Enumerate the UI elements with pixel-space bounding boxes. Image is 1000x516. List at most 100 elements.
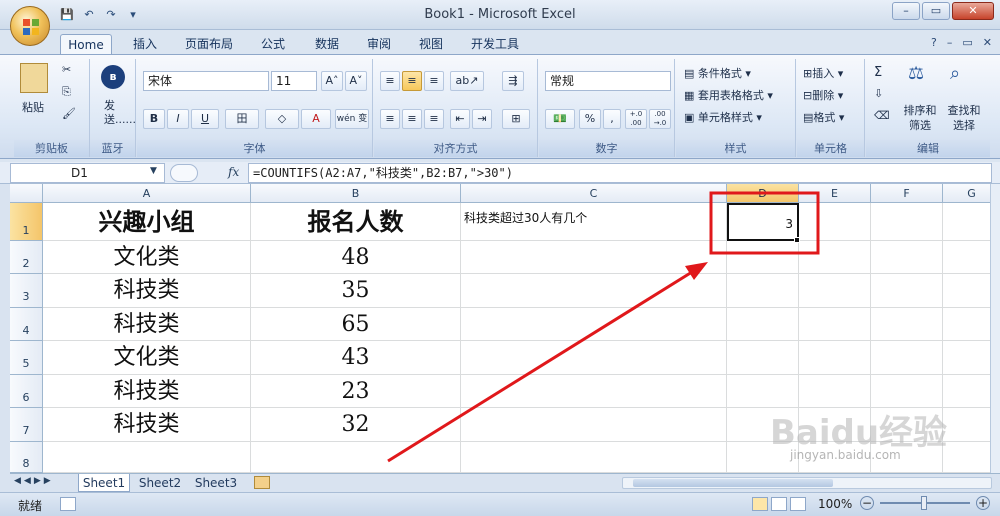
zoom-level[interactable]: 100% [818, 497, 852, 511]
formula-input[interactable]: =COUNTIFS(A2:A7,"科技类",B2:B7,">30") [248, 163, 992, 183]
fill-color-button[interactable]: ◇ [265, 109, 299, 129]
cell-a7[interactable]: 科技类 [43, 408, 251, 442]
cut-icon[interactable]: ✂ [62, 63, 71, 76]
align-left-button[interactable]: ≡ [380, 109, 400, 129]
name-box[interactable]: D1 [10, 163, 165, 183]
cell-a3[interactable]: 科技类 [43, 274, 251, 308]
bold-button[interactable]: B [143, 109, 165, 129]
normal-view-icon[interactable] [752, 497, 768, 511]
shrink-font-button[interactable]: A˅ [345, 71, 367, 91]
sheet-nav-arrows-icon[interactable]: ◀◀▶▶ [14, 476, 54, 486]
font-name-select[interactable]: 宋体 [143, 71, 269, 91]
name-box-dropdown-icon[interactable]: ▼ [150, 166, 157, 176]
cell-e2[interactable] [799, 241, 871, 274]
row-header-8[interactable]: 8 [10, 442, 43, 473]
tab-developer[interactable]: 开发工具 [462, 34, 528, 54]
align-top-button[interactable]: ≡ [380, 71, 400, 91]
number-format-select[interactable]: 常规 [545, 71, 671, 91]
bluetooth-send-button[interactable]: 发送...... [104, 99, 136, 127]
column-header-e[interactable]: E [799, 184, 871, 203]
fill-handle[interactable] [794, 237, 800, 243]
sheet-tab-2[interactable]: Sheet2 [134, 474, 186, 492]
column-header-a[interactable]: A [43, 184, 251, 203]
column-header-f[interactable]: F [871, 184, 943, 203]
cell-d4[interactable] [727, 308, 799, 341]
cell-c5[interactable] [461, 341, 727, 375]
wrap-text-button[interactable]: ⇶ [502, 71, 524, 91]
cell-e5[interactable] [799, 341, 871, 375]
cell-d5[interactable] [727, 341, 799, 375]
orientation-button[interactable]: ab↗ [450, 71, 484, 91]
column-header-c[interactable]: C [461, 184, 727, 203]
find-select-button[interactable]: 查找和选择 [944, 103, 984, 133]
help-icon[interactable]: ? [931, 36, 937, 49]
decrease-decimal-button[interactable]: .00 →.0 [649, 109, 671, 129]
column-header-d[interactable]: D [727, 184, 799, 203]
grow-font-button[interactable]: A˄ [321, 71, 343, 91]
cell-f1[interactable] [871, 203, 943, 241]
italic-button[interactable]: I [167, 109, 189, 129]
cell-c4[interactable] [461, 308, 727, 341]
cell-e4[interactable] [799, 308, 871, 341]
tab-page-layout[interactable]: 页面布局 [176, 34, 242, 54]
cell-b4[interactable]: 65 [251, 308, 461, 341]
tab-data[interactable]: 数据 [304, 34, 350, 54]
row-header-1[interactable]: 1 [10, 203, 43, 241]
font-size-select[interactable]: 11 [271, 71, 317, 91]
sort-filter-button[interactable]: 排序和筛选 [900, 103, 940, 133]
row-header-6[interactable]: 6 [10, 375, 43, 408]
cell-b1[interactable]: 报名人数 [251, 203, 461, 241]
restore-button[interactable]: ▭ [922, 2, 950, 20]
macro-record-icon[interactable] [60, 497, 76, 511]
office-button[interactable] [10, 6, 50, 46]
ribbon-minimize-icon[interactable]: – [947, 36, 953, 49]
cell-a6[interactable]: 科技类 [43, 375, 251, 408]
percent-button[interactable]: % [579, 109, 601, 129]
vertical-scrollbar[interactable] [990, 184, 1000, 473]
binoculars-icon[interactable]: ⌕ [950, 63, 972, 91]
format-painter-icon[interactable]: 🖌 [62, 107, 76, 120]
cell-b3[interactable]: 35 [251, 274, 461, 308]
cell-a8[interactable] [43, 442, 251, 473]
row-header-5[interactable]: 5 [10, 341, 43, 375]
formula-bar-expand-icon[interactable] [170, 164, 198, 182]
tab-insert[interactable]: 插入 [122, 34, 168, 54]
cell-a2[interactable]: 文化类 [43, 241, 251, 274]
insert-sheet-icon[interactable] [254, 476, 270, 489]
cell-f4[interactable] [871, 308, 943, 341]
row-header-4[interactable]: 4 [10, 308, 43, 341]
cell-a4[interactable]: 科技类 [43, 308, 251, 341]
autosum-icon[interactable]: Σ [874, 65, 882, 80]
sheet-tab-3[interactable]: Sheet3 [190, 474, 242, 492]
cell-d1[interactable]: 3 [727, 203, 799, 241]
cell-d3[interactable] [727, 274, 799, 308]
underline-button[interactable]: U [191, 109, 219, 129]
horizontal-scroll-thumb[interactable] [633, 479, 833, 487]
format-cells-button[interactable]: ▤格式 ▾ [803, 109, 844, 125]
cell-b5[interactable]: 43 [251, 341, 461, 375]
tab-formulas[interactable]: 公式 [250, 34, 296, 54]
cell-e3[interactable] [799, 274, 871, 308]
delete-cells-button[interactable]: ⊟删除 ▾ [803, 87, 843, 103]
tab-view[interactable]: 视图 [408, 34, 454, 54]
column-header-b[interactable]: B [251, 184, 461, 203]
currency-button[interactable]: 💵 [545, 109, 575, 129]
align-bottom-button[interactable]: ≡ [424, 71, 444, 91]
cell-c7[interactable] [461, 408, 727, 442]
align-right-button[interactable]: ≡ [424, 109, 444, 129]
tab-home[interactable]: Home [60, 34, 112, 54]
format-as-table-button[interactable]: ▦ 套用表格格式 ▾ [684, 87, 773, 103]
paste-icon[interactable] [20, 63, 48, 93]
cell-c6[interactable] [461, 375, 727, 408]
sort-filter-icon[interactable]: ⚖ [908, 63, 930, 91]
align-middle-button[interactable]: ≡ [402, 71, 422, 91]
border-button[interactable]: 田 [225, 109, 259, 129]
bluetooth-icon[interactable]: ʙ [101, 65, 125, 89]
row-header-7[interactable]: 7 [10, 408, 43, 442]
insert-cells-button[interactable]: ⊞插入 ▾ [803, 65, 843, 81]
sheet-tab-1[interactable]: Sheet1 [78, 474, 130, 492]
row-header-2[interactable]: 2 [10, 241, 43, 274]
cell-b7[interactable]: 32 [251, 408, 461, 442]
cell-e1[interactable] [799, 203, 871, 241]
decrease-indent-button[interactable]: ⇤ [450, 109, 470, 129]
